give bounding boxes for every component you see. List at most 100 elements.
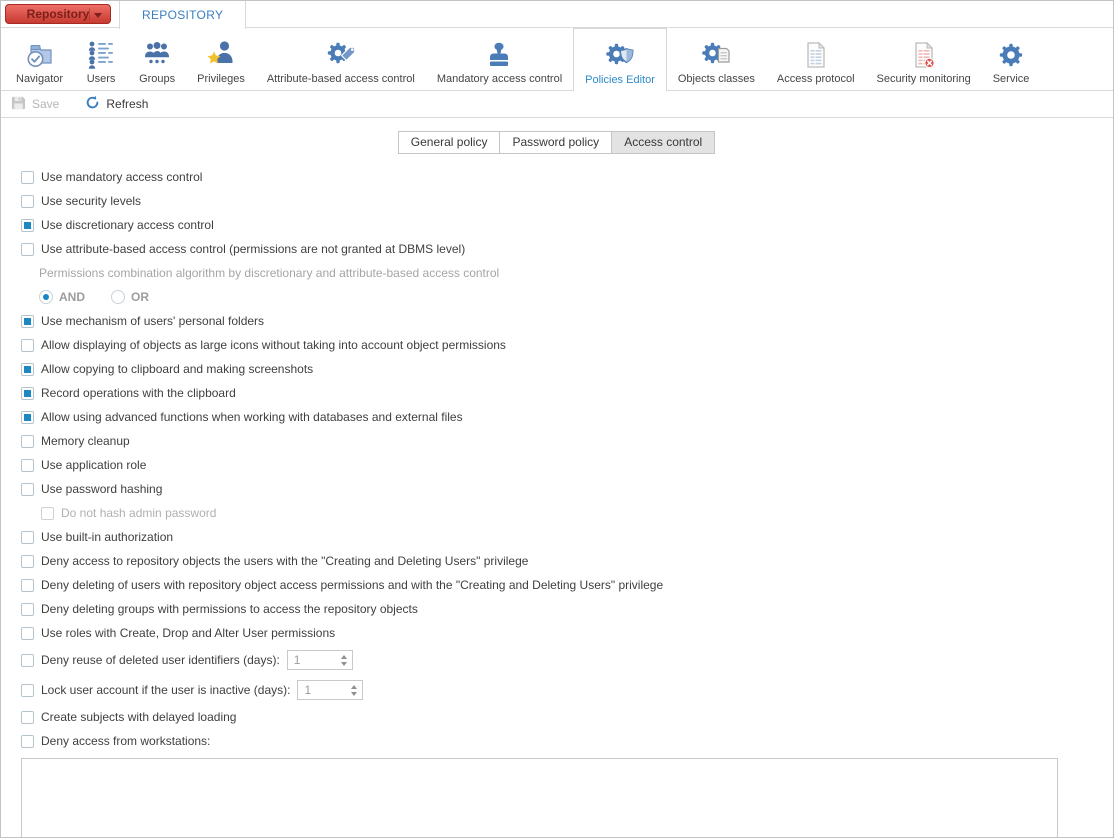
setting-row-allow-copying-to-clipboard-and-making-screenshots: Allow copying to clipboard and making sc… — [21, 362, 1113, 376]
checkbox-label[interactable]: Use built-in authorization — [41, 530, 173, 544]
checkbox-use-application-role[interactable] — [21, 458, 34, 472]
checkbox-label[interactable]: Use mechanism of users' personal folders — [41, 314, 264, 328]
checkbox-label[interactable]: Deny access to repository objects the us… — [41, 554, 528, 568]
ribbon-item-label: Users — [86, 73, 116, 85]
checkbox-deny-access-to-repository-objects-the-users-with-the-creating-and-deleting-users-privilege[interactable] — [21, 554, 34, 568]
checkbox-use-mechanism-of-users-personal-folders[interactable] — [21, 314, 34, 328]
checkbox-label[interactable]: Create subjects with delayed loading — [41, 710, 236, 724]
setting-row-lock-user-account-if-the-user-is-inactive-days: Lock user account if the user is inactiv… — [21, 680, 1113, 700]
ribbon-item-privileges[interactable]: Privileges — [186, 28, 256, 90]
checkbox-label[interactable]: Allow displaying of objects as large ico… — [41, 338, 506, 352]
ribbon-item-label: Groups — [139, 73, 176, 85]
checkbox-allow-copying-to-clipboard-and-making-screenshots[interactable] — [21, 362, 34, 376]
setting-note-label: Permissions combination algorithm by dis… — [39, 266, 500, 280]
ribbon-item-attribute-based-access-control[interactable]: Attribute-based access control — [256, 28, 426, 90]
attribute-based-access-control-icon — [325, 36, 357, 73]
checkbox-label[interactable]: Allow using advanced functions when work… — [41, 410, 463, 424]
setting-row-record-operations-with-the-clipboard: Record operations with the clipboard — [21, 386, 1113, 400]
checkbox-allow-using-advanced-functions-when-working-with-databases-and-external-files[interactable] — [21, 410, 34, 424]
ribbon-item-label: Privileges — [197, 73, 245, 85]
number-input-lock-user-account-if-the-user-is-inactive-days: 1 — [297, 680, 364, 700]
save-button-label: Save — [32, 97, 60, 111]
mandatory-access-control-icon — [483, 36, 515, 73]
objects-classes-icon — [700, 36, 732, 73]
tab-repository[interactable]: REPOSITORY — [119, 1, 247, 29]
ribbon-item-label: Objects classes — [677, 73, 755, 85]
checkbox-label[interactable]: Use roles with Create, Drop and Alter Us… — [41, 626, 335, 640]
permissions-combination-radio-group: AND OR — [39, 290, 1113, 304]
setting-row-allow-displaying-of-objects-as-large-icons-without-taking-into-account-object-permissions: Allow displaying of objects as large ico… — [21, 338, 1113, 352]
checkbox-use-security-levels[interactable] — [21, 194, 34, 208]
checkbox-label[interactable]: Use attribute-based access control (perm… — [41, 242, 465, 256]
checkbox-label[interactable]: Deny access from workstations: — [41, 734, 210, 748]
checkbox-label[interactable]: Record operations with the clipboard — [41, 386, 236, 400]
ribbon-item-label: Service — [992, 73, 1030, 85]
ribbon-item-access-protocol[interactable]: Access protocol — [766, 28, 866, 90]
ribbon-item-security-monitoring[interactable]: Security monitoring — [866, 28, 982, 90]
ribbon-item-groups[interactable]: Groups — [128, 28, 186, 90]
access-protocol-icon — [800, 36, 832, 73]
checkbox-deny-deleting-of-users-with-repository-object-access-permissions-and-with-the-creating-and-deleting-users-privilege[interactable] — [21, 578, 34, 592]
checkbox-label[interactable]: Memory cleanup — [41, 434, 130, 448]
ribbon-item-objects-classes[interactable]: Objects classes — [667, 28, 766, 90]
refresh-button[interactable]: Refresh — [85, 95, 148, 113]
checkbox-label[interactable]: Deny deleting of users with repository o… — [41, 578, 663, 592]
ribbon-item-service[interactable]: Service — [982, 28, 1041, 90]
number-input-value: 1 — [293, 653, 301, 667]
checkbox-label[interactable]: Use password hashing — [41, 482, 162, 496]
checkbox-label[interactable]: Deny deleting groups with permissions to… — [41, 602, 418, 616]
ribbon-item-users[interactable]: Users — [74, 28, 128, 90]
spinner — [346, 681, 362, 699]
checkbox-use-built-in-authorization[interactable] — [21, 530, 34, 544]
tab-repository-label: REPOSITORY — [142, 8, 224, 22]
checkbox-allow-displaying-of-objects-as-large-icons-without-taking-into-account-object-permissions[interactable] — [21, 338, 34, 352]
checkbox-deny-access-from-workstations[interactable] — [21, 734, 34, 748]
checkbox-label[interactable]: Allow copying to clipboard and making sc… — [41, 362, 313, 376]
policy-tab-general-policy[interactable]: General policy — [397, 131, 501, 154]
setting-row-create-subjects-with-delayed-loading: Create subjects with delayed loading — [21, 710, 1113, 724]
deny-workstations-textarea[interactable] — [21, 758, 1058, 837]
chevron-down-icon — [94, 13, 102, 18]
setting-row-use-application-role: Use application role — [21, 458, 1113, 472]
checkbox-label[interactable]: Use mandatory access control — [41, 170, 202, 184]
checkbox-label[interactable]: Use application role — [41, 458, 146, 472]
setting-row-use-mechanism-of-users-personal-folders: Use mechanism of users' personal folders — [21, 314, 1113, 328]
privileges-icon — [205, 36, 237, 73]
checkbox-use-discretionary-access-control[interactable] — [21, 218, 34, 232]
checkbox-use-attribute-based-access-control-permissions-are-not-granted-at-dbms-level[interactable] — [21, 242, 34, 256]
ribbon-item-label: Security monitoring — [876, 73, 971, 85]
policy-tab-access-control[interactable]: Access control — [611, 131, 716, 154]
checkbox-create-subjects-with-delayed-loading[interactable] — [21, 710, 34, 724]
policy-tab-password-policy[interactable]: Password policy — [499, 131, 613, 154]
checkbox-memory-cleanup[interactable] — [21, 434, 34, 448]
checkbox-use-mandatory-access-control[interactable] — [21, 170, 34, 184]
ribbon-item-policies-editor[interactable]: Policies Editor — [573, 28, 667, 91]
checkbox-label: Do not hash admin password — [61, 506, 217, 520]
checkbox-label[interactable]: Use discretionary access control — [41, 218, 214, 232]
ribbon-item-mandatory-access-control[interactable]: Mandatory access control — [426, 28, 573, 90]
application-window: Repository REPOSITORY Navigator Users Grou… — [0, 0, 1114, 838]
checkbox-use-password-hashing[interactable] — [21, 482, 34, 496]
repository-menu-button[interactable]: Repository — [5, 4, 111, 24]
checkbox-record-operations-with-the-clipboard[interactable] — [21, 386, 34, 400]
checkbox-label[interactable]: Use security levels — [41, 194, 141, 208]
setting-row-use-attribute-based-access-control-permissions-are-not-granted-at-dbms-level: Use attribute-based access control (perm… — [21, 242, 1113, 256]
checkbox-use-roles-with-create-drop-and-alter-user-permissions[interactable] — [21, 626, 34, 640]
checkbox-lock-user-account-if-the-user-is-inactive-days[interactable] — [21, 683, 34, 697]
refresh-icon — [85, 95, 100, 113]
users-icon — [85, 36, 117, 73]
checkbox-label[interactable]: Lock user account if the user is inactiv… — [41, 683, 290, 697]
radio-or — [111, 290, 125, 304]
spinner-down-icon — [340, 661, 347, 666]
setting-row-deny-access-to-repository-objects-the-users-with-the-creating-and-deleting-users-privilege: Deny access to repository objects the us… — [21, 554, 1113, 568]
checkbox-label[interactable]: Deny reuse of deleted user identifiers (… — [41, 653, 280, 667]
setting-row-deny-deleting-of-users-with-repository-object-access-permissions-and-with-the-creating-and-deleting-users-privilege: Deny deleting of users with repository o… — [21, 578, 1113, 592]
number-input-deny-reuse-of-deleted-user-identifiers-days: 1 — [286, 650, 353, 670]
setting-row-deny-access-from-workstations: Deny access from workstations: — [21, 734, 1113, 748]
settings-list: Use mandatory access control Use security… — [1, 154, 1113, 837]
ribbon-item-navigator[interactable]: Navigator — [5, 28, 74, 90]
radio-option-and: AND — [39, 290, 85, 304]
checkbox-deny-deleting-groups-with-permissions-to-access-the-repository-objects[interactable] — [21, 602, 34, 616]
checkbox-deny-reuse-of-deleted-user-identifiers-days[interactable] — [21, 653, 34, 667]
ribbon: Navigator Users Groups Privileges Attribute-… — [1, 28, 1113, 91]
